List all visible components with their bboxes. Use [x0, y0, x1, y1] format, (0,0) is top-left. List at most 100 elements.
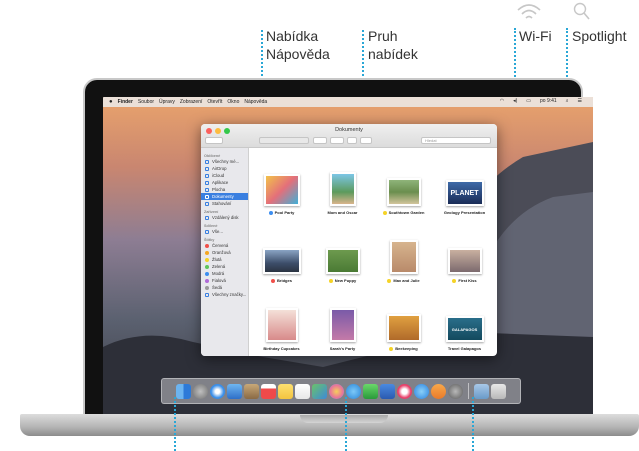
file-item[interactable]: Bridges	[251, 218, 312, 286]
file-label: First Kiss	[452, 278, 477, 283]
file-item[interactable]: Mom and Oscar	[312, 150, 373, 218]
window-title: Dokumenty	[335, 127, 363, 133]
battery-icon[interactable]: ▭	[526, 98, 531, 104]
menubar-status: ◠ ◂) ▭ po 9:41 ⌕ ☰	[500, 98, 587, 104]
file-label: Max and Julie	[387, 278, 420, 283]
spotlight-menu-icon[interactable]: ⌕	[566, 98, 569, 104]
help-menu-callout: Nabídka Nápověda	[266, 27, 330, 63]
sidebar-item[interactable]: Aplikace	[201, 179, 248, 186]
view-buttons[interactable]	[259, 137, 309, 144]
contacts-dock-icon[interactable]	[244, 383, 259, 399]
file-label: Bridges	[271, 278, 292, 283]
sidebar-item[interactable]: Vše...	[201, 228, 248, 235]
sidebar-item-icon	[205, 292, 209, 297]
tag-color-icon	[205, 250, 209, 255]
search-field[interactable]: Hledat	[421, 137, 491, 144]
sidebar-item[interactable]: Plocha	[201, 186, 248, 193]
sidebar-item-label: Zelená	[212, 264, 226, 269]
file-label: New Puppy	[328, 278, 356, 283]
sidebar-item[interactable]: iCloud	[201, 172, 248, 179]
sidebar-item[interactable]: Zelená	[201, 263, 248, 270]
file-item[interactable]: Sarah's Party	[312, 286, 373, 354]
sidebar-item-label: Žlutá	[212, 257, 222, 262]
sidebar-item-icon	[205, 215, 209, 220]
sidebar-item-label: Stahování	[212, 201, 232, 206]
file-label: Geology Presentation	[443, 210, 486, 215]
launchpad-dock-icon[interactable]	[193, 383, 208, 399]
sidebar-item-label: Dokumenty	[212, 194, 234, 199]
sidebar-item[interactable]: Oranžová	[201, 249, 248, 256]
menu-file[interactable]: Soubor	[138, 99, 154, 105]
itunes-dock-icon[interactable]	[397, 383, 412, 399]
sidebar-item[interactable]: Všechny značky...	[201, 291, 248, 298]
reminders-dock-icon[interactable]	[295, 383, 310, 399]
wifi-status-icon[interactable]: ◠	[500, 98, 504, 104]
downloads-dock-icon[interactable]	[474, 383, 489, 399]
trash-dock-icon[interactable]	[491, 383, 506, 399]
sidebar-item-label: Červená	[212, 243, 229, 248]
notification-center-icon[interactable]: ☰	[578, 98, 582, 104]
action-button[interactable]	[330, 137, 344, 144]
file-item[interactable]: First Kiss	[434, 218, 495, 286]
apple-menu-icon[interactable]: ●	[109, 99, 113, 105]
menu-bar[interactable]: ● Finder Soubor Úpravy Zobrazení Otevřít…	[103, 97, 593, 107]
file-label: Birthday Cupcakes	[263, 346, 300, 351]
sidebar-item[interactable]: Šedá	[201, 284, 248, 291]
sidebar-item[interactable]: Červená	[201, 242, 248, 249]
keynote-dock-icon[interactable]	[380, 383, 395, 399]
file-item[interactable]: Birthday Cupcakes	[251, 286, 312, 354]
clock[interactable]: po 9:41	[540, 98, 557, 104]
share-button[interactable]	[347, 137, 357, 144]
file-item[interactable]: New Puppy	[312, 218, 373, 286]
sidebar-item[interactable]: Stahování	[201, 200, 248, 207]
facetime-dock-icon[interactable]	[363, 383, 378, 399]
app-store-dock-icon[interactable]	[414, 383, 429, 399]
help-menu-callout-line2: Nápověda	[266, 46, 330, 62]
menu-view[interactable]: Zobrazení	[180, 99, 203, 105]
sidebar-item-label: Aplikace	[212, 180, 229, 185]
menu-go[interactable]: Otevřít	[207, 99, 222, 105]
sidebar-item[interactable]: Vzdálený disk	[201, 214, 248, 221]
tag-color-icon	[205, 278, 209, 283]
finder-dock-icon[interactable]	[176, 383, 191, 399]
file-grid: Pool Party Mom and Oscar Southtown Garden P…	[249, 148, 497, 356]
dock-pointer-left	[174, 397, 176, 451]
file-thumbnail	[386, 314, 421, 342]
sidebar-item[interactable]: Fialová	[201, 277, 248, 284]
maps-dock-icon[interactable]	[312, 383, 327, 399]
arrange-button[interactable]	[313, 137, 327, 144]
file-item[interactable]: Southtown Garden	[373, 150, 434, 218]
safari-dock-icon[interactable]	[210, 383, 225, 399]
ibooks-dock-icon[interactable]	[431, 383, 446, 399]
photos-dock-icon[interactable]	[329, 383, 344, 399]
tags-button[interactable]	[360, 137, 372, 144]
finder-titlebar[interactable]: Dokumenty Hledat	[201, 124, 497, 148]
sidebar-item[interactable]: Dokumenty	[201, 193, 248, 200]
finder-window[interactable]: Dokumenty Hledat Oblíbené Všechny mé... Ai…	[201, 124, 497, 356]
back-forward-buttons[interactable]	[205, 137, 223, 144]
sidebar-item[interactable]: AirDrop	[201, 165, 248, 172]
file-item[interactable]: Beekeeping	[373, 286, 434, 354]
calendar-dock-icon[interactable]	[261, 383, 276, 399]
menu-window[interactable]: Okno	[227, 99, 239, 105]
volume-icon[interactable]: ◂)	[513, 98, 517, 104]
sidebar-item[interactable]: Žlutá	[201, 256, 248, 263]
file-item[interactable]: Max and Julie	[373, 218, 434, 286]
menu-finder[interactable]: Finder	[118, 99, 133, 105]
sidebar-item[interactable]: Modrá	[201, 270, 248, 277]
menu-help[interactable]: Nápověda	[244, 99, 267, 105]
system-preferences-dock-icon[interactable]	[448, 383, 463, 399]
menu-bar-callout-line2: nabídek	[368, 46, 418, 62]
messages-dock-icon[interactable]	[346, 383, 361, 399]
menu-edit[interactable]: Úpravy	[159, 99, 175, 105]
file-item[interactable]: GALAPAGOS Travel Galapagos	[434, 286, 495, 354]
mail-dock-icon[interactable]	[227, 383, 242, 399]
file-item[interactable]: PLANET Geology Presentation	[434, 150, 495, 218]
file-thumbnail	[329, 308, 356, 342]
sidebar-item-label: Vzdálený disk	[212, 215, 239, 220]
notes-dock-icon[interactable]	[278, 383, 293, 399]
file-thumbnail	[325, 248, 360, 274]
sidebar-item[interactable]: Všechny mé...	[201, 158, 248, 165]
dock-pointer-middle	[345, 397, 347, 451]
file-item[interactable]: Pool Party	[251, 150, 312, 218]
